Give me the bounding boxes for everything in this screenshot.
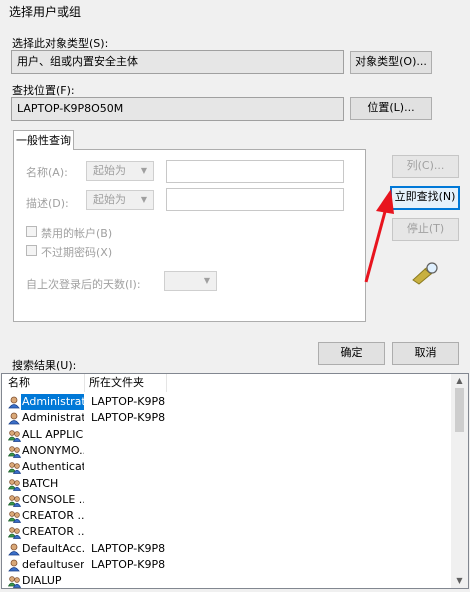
row-name: ANONYMO... — [22, 443, 84, 457]
locations-button[interactable]: 位置(L)... — [350, 97, 432, 120]
scroll-up-icon[interactable]: ▲ — [451, 374, 468, 388]
object-type-field: 用户、组或内置安全主体 — [11, 50, 344, 74]
name-input[interactable] — [166, 160, 344, 183]
name-label: 名称(A): — [26, 166, 68, 179]
name-match-combo[interactable]: 起始为 ▼ — [86, 161, 154, 181]
days-since-login-label: 自上次登录后的天数(I): — [26, 278, 141, 291]
row-name: DefaultAcc... — [22, 541, 84, 555]
group-icon — [7, 575, 22, 588]
user-icon — [8, 396, 21, 409]
user-icon — [8, 543, 21, 556]
chevron-down-icon: ▼ — [203, 276, 211, 285]
group-icon — [7, 478, 22, 491]
user-icon — [8, 559, 21, 572]
window-title: 选择用户或组 — [9, 5, 82, 19]
scroll-down-icon[interactable]: ▼ — [451, 574, 468, 588]
row-folder: LAPTOP-K9P8... — [91, 558, 165, 571]
ok-button[interactable]: 确定 — [318, 342, 385, 365]
description-label: 描述(D): — [26, 197, 69, 210]
chevron-down-icon: ▼ — [140, 166, 148, 175]
vertical-scrollbar[interactable]: ▲ ▼ — [451, 374, 468, 588]
column-divider[interactable] — [166, 374, 167, 392]
days-since-login-combo[interactable]: ▼ — [164, 271, 217, 291]
general-query-panel: 名称(A): 起始为 ▼ 描述(D): 起始为 ▼ 禁用的帐户(B) 不过期密码… — [13, 149, 366, 322]
table-row[interactable]: CREATOR ... — [2, 524, 452, 540]
group-icon — [7, 445, 22, 458]
group-icon — [7, 526, 22, 540]
table-row[interactable]: CREATOR ... — [2, 508, 452, 524]
row-name: Administrat... — [21, 394, 84, 410]
column-divider[interactable] — [84, 374, 85, 392]
search-results-list[interactable]: 名称 所在文件夹 Administrat...LAPTOP-K9P8...Adm… — [1, 373, 469, 589]
cancel-button[interactable]: 取消 — [392, 342, 459, 365]
disabled-accounts-checkbox[interactable] — [26, 226, 37, 237]
table-row[interactable]: Authenticat... — [2, 459, 452, 475]
annotation-arrow — [364, 189, 394, 283]
name-match-value: 起始为 — [93, 164, 126, 177]
row-name: Authenticat... — [22, 460, 84, 474]
row-name: CONSOLE ... — [22, 492, 84, 506]
column-header-name[interactable]: 名称 — [8, 374, 30, 392]
table-row[interactable]: BATCH — [2, 476, 452, 492]
row-folder: LAPTOP-K9P8... — [91, 411, 165, 425]
row-name: Administrat... — [22, 411, 84, 425]
table-row[interactable]: CONSOLE ... — [2, 492, 452, 508]
row-name: BATCH — [22, 476, 59, 490]
location-field: LAPTOP-K9P8O50M — [11, 97, 344, 121]
table-row[interactable]: DIALUP — [2, 573, 452, 588]
group-icon — [7, 429, 22, 442]
search-flashlight-icon — [412, 262, 438, 285]
description-match-value: 起始为 — [93, 193, 126, 206]
non-expiring-password-label: 不过期密码(X) — [41, 246, 113, 259]
search-results-label: 搜索结果(U): — [12, 359, 77, 372]
chevron-down-icon: ▼ — [140, 195, 148, 204]
find-now-button[interactable]: 立即查找(N) — [390, 186, 460, 210]
table-row[interactable]: Administrat... LAPTOP-K9P8... — [2, 410, 452, 426]
table-row[interactable]: ALL APPLIC... — [2, 427, 452, 443]
row-folder: LAPTOP-K9P8... — [91, 541, 165, 555]
row-name: ALL APPLIC... — [22, 427, 84, 441]
row-name: DIALUP — [22, 574, 62, 588]
disabled-accounts-label: 禁用的帐户(B) — [41, 227, 113, 240]
scrollbar-thumb[interactable] — [455, 388, 464, 432]
table-row[interactable]: ANONYMO... — [2, 443, 452, 459]
object-type-label: 选择此对象类型(S): — [12, 37, 109, 50]
description-match-combo[interactable]: 起始为 ▼ — [86, 190, 154, 210]
user-icon — [8, 412, 21, 425]
columns-button[interactable]: 列(C)... — [392, 155, 459, 178]
table-row[interactable]: Administrat... LAPTOP-K9P8... — [2, 394, 452, 410]
object-types-button[interactable]: 对象类型(O)... — [350, 51, 432, 74]
stop-button[interactable]: 停止(T) — [392, 218, 459, 241]
row-name: CREATOR ... — [22, 525, 84, 539]
group-icon — [7, 494, 22, 507]
tab-general-query[interactable]: 一般性查询 — [13, 130, 74, 150]
group-icon — [7, 461, 22, 475]
row-name: defaultuser0 — [22, 558, 84, 571]
location-label: 查找位置(F): — [12, 84, 75, 97]
table-row[interactable]: defaultuser0 LAPTOP-K9P8... — [2, 557, 452, 573]
description-input[interactable] — [166, 188, 344, 211]
non-expiring-password-checkbox[interactable] — [26, 245, 37, 256]
table-row[interactable]: DefaultAcc... LAPTOP-K9P8... — [2, 541, 452, 557]
column-header-folder[interactable]: 所在文件夹 — [89, 374, 144, 392]
row-name: CREATOR ... — [22, 509, 84, 523]
row-folder: LAPTOP-K9P8... — [91, 395, 165, 408]
group-icon — [7, 510, 22, 523]
